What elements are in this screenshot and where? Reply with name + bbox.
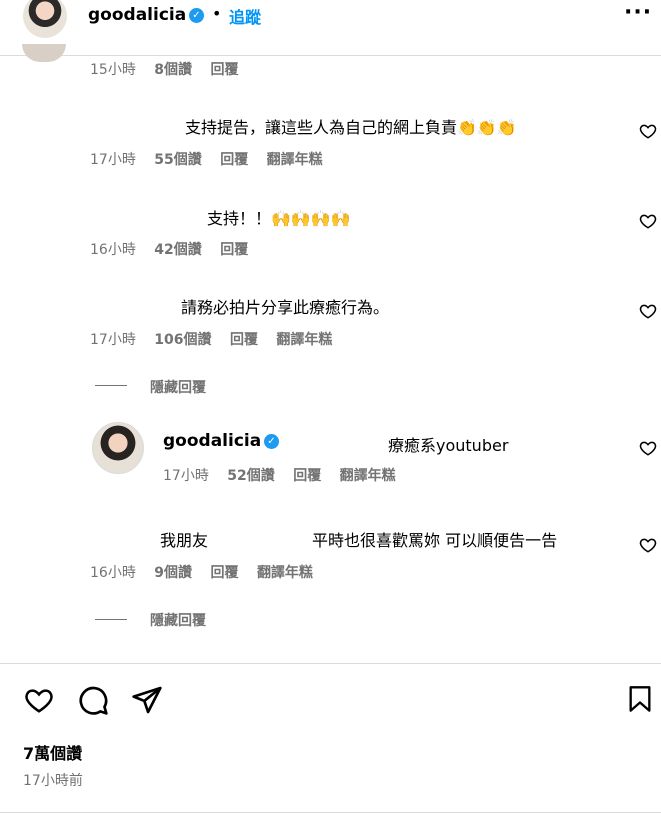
avatar[interactable] xyxy=(23,0,67,38)
comment-meta: 15小時 8個讚 回覆 xyxy=(90,59,238,79)
divider xyxy=(0,663,661,664)
reply-button[interactable]: 回覆 xyxy=(220,152,248,168)
comment-text: 支持！！🙌🙌🙌🙌 xyxy=(207,209,351,228)
reply-button[interactable]: 回覆 xyxy=(210,62,238,78)
avatar[interactable] xyxy=(92,422,144,474)
comment-text: 支持提告，讓這些人為自己的網上負責👏👏👏 xyxy=(185,118,517,137)
verified-badge-icon: ✓ xyxy=(264,434,279,449)
reply-button[interactable]: 回覆 xyxy=(230,332,258,348)
comment-likes[interactable]: 55個讚 xyxy=(154,152,201,168)
comment-likes[interactable]: 106個讚 xyxy=(154,332,211,348)
post-header: goodalicia ✓ • 追蹤 ··· xyxy=(0,0,661,56)
reply-button[interactable]: 回覆 xyxy=(293,468,321,484)
hide-replies-button[interactable]: 隱藏回覆 xyxy=(150,377,206,397)
post-time[interactable]: 17小時前 xyxy=(23,770,83,790)
verified-badge-icon: ✓ xyxy=(189,8,204,23)
comment-time: 17小時 xyxy=(163,468,209,484)
comment-time: 17小時 xyxy=(90,152,136,168)
translate-button[interactable]: 翻譯年糕 xyxy=(267,152,323,168)
reply-button[interactable]: 回覆 xyxy=(210,565,238,581)
translate-button[interactable]: 翻譯年糕 xyxy=(257,565,313,581)
comment-meta: 17小時 52個讚 回覆 翻譯年糕 xyxy=(163,465,396,485)
follow-button[interactable]: 追蹤 xyxy=(229,4,261,28)
comment-likes[interactable]: 8個讚 xyxy=(154,62,192,78)
header-username[interactable]: goodalicia xyxy=(88,5,186,25)
avatar[interactable] xyxy=(22,44,66,62)
comment-time: 17小時 xyxy=(90,332,136,348)
divider xyxy=(95,385,127,386)
share-send-icon[interactable] xyxy=(131,684,163,716)
comment-likes[interactable]: 9個讚 xyxy=(154,565,192,581)
comment-time: 15小時 xyxy=(90,62,136,78)
comment-text: 請務必拍片分享此療癒行為。 xyxy=(181,298,390,317)
separator-dot: • xyxy=(212,4,222,23)
reply-username[interactable]: goodalicia xyxy=(163,431,261,451)
comment-meta: 16小時 9個讚 回覆 翻譯年糕 xyxy=(90,562,313,582)
heart-icon[interactable] xyxy=(639,439,657,457)
translate-button[interactable]: 翻譯年糕 xyxy=(276,332,332,348)
comment-meta: 17小時 106個讚 回覆 翻譯年糕 xyxy=(90,329,332,349)
heart-icon[interactable] xyxy=(639,122,657,140)
heart-icon[interactable] xyxy=(639,536,657,554)
heart-icon[interactable] xyxy=(639,212,657,230)
comment-meta: 16小時 42個讚 回覆 xyxy=(90,239,248,259)
comment-meta: 17小時 55個讚 回覆 翻譯年糕 xyxy=(90,149,323,169)
divider xyxy=(95,619,127,620)
comment-bubble-icon[interactable] xyxy=(77,684,109,716)
heart-icon[interactable] xyxy=(639,302,657,320)
translate-button[interactable]: 翻譯年糕 xyxy=(340,468,396,484)
comment-text: 我朋友 xyxy=(160,531,209,550)
likes-count[interactable]: 7萬個讚 xyxy=(23,740,82,764)
comment-text: 平時也很喜歡罵妳 可以順便告一告 xyxy=(312,531,558,550)
comment-time: 16小時 xyxy=(90,565,136,581)
comment-text: 療癒系youtuber xyxy=(388,436,509,455)
reply-button[interactable]: 回覆 xyxy=(220,242,248,258)
bookmark-icon[interactable] xyxy=(626,684,654,714)
more-options-icon[interactable]: ··· xyxy=(624,0,652,25)
hide-replies-button[interactable]: 隱藏回覆 xyxy=(150,610,206,630)
comment-likes[interactable]: 52個讚 xyxy=(227,468,274,484)
like-heart-icon[interactable] xyxy=(23,685,55,715)
comment-time: 16小時 xyxy=(90,242,136,258)
comment-likes[interactable]: 42個讚 xyxy=(154,242,201,258)
